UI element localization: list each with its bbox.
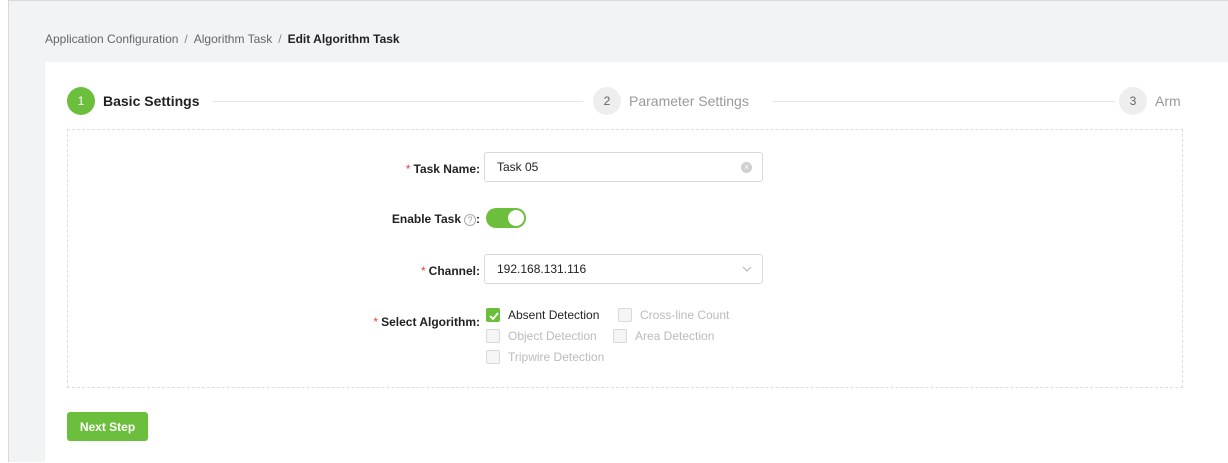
help-icon[interactable]: ? bbox=[464, 214, 476, 226]
step-parameter-settings: 2 Parameter Settings bbox=[593, 87, 749, 115]
step-basic-settings: 1 Basic Settings bbox=[67, 87, 199, 115]
breadcrumb-item-algorithm-task[interactable]: Algorithm Task bbox=[194, 32, 272, 46]
option-label: Object Detection bbox=[508, 329, 597, 343]
checkbox[interactable] bbox=[613, 329, 627, 343]
algorithm-option-area-detection[interactable]: Area Detection bbox=[613, 329, 714, 343]
app-frame: Application Configuration / Algorithm Task… bbox=[8, 0, 1228, 463]
enable-task-label: Enable Task?: bbox=[391, 212, 480, 226]
next-step-button[interactable]: Next Step bbox=[67, 412, 148, 441]
enable-task-toggle[interactable] bbox=[486, 208, 526, 228]
breadcrumb-separator: / bbox=[184, 32, 188, 46]
step-arm: 3 Arm bbox=[1119, 87, 1181, 115]
step-label: Basic Settings bbox=[103, 93, 200, 109]
step-number: 2 bbox=[593, 87, 621, 115]
algorithm-option-object-detection[interactable]: Object Detection bbox=[486, 329, 597, 343]
option-label: Cross-line Count bbox=[640, 308, 730, 322]
task-name-value: Task 05 bbox=[497, 160, 539, 174]
algorithm-option-tripwire-detection[interactable]: Tripwire Detection bbox=[486, 350, 604, 364]
chevron-down-icon bbox=[742, 266, 752, 272]
clear-icon[interactable]: × bbox=[741, 162, 752, 173]
task-name-input[interactable]: Task 05 × bbox=[484, 152, 763, 182]
step-label: Arm bbox=[1155, 93, 1181, 109]
breadcrumb-item-application-configuration[interactable]: Application Configuration bbox=[45, 32, 178, 46]
checkbox[interactable] bbox=[486, 308, 500, 322]
checkbox[interactable] bbox=[618, 308, 632, 322]
step-connector bbox=[773, 101, 1115, 102]
required-mark: * bbox=[373, 315, 379, 329]
step-number: 3 bbox=[1119, 87, 1147, 115]
basic-settings-form: * Task Name: Task 05 × Enable Task?: * Cha… bbox=[67, 129, 1183, 388]
required-mark: * bbox=[420, 264, 426, 278]
toggle-knob bbox=[508, 210, 524, 226]
required-mark: * bbox=[405, 162, 411, 176]
channel-select[interactable]: 192.168.131.116 bbox=[484, 254, 763, 284]
algorithm-option-cross-line-count[interactable]: Cross-line Count bbox=[618, 308, 729, 322]
checkbox[interactable] bbox=[486, 329, 500, 343]
option-label: Tripwire Detection bbox=[508, 350, 605, 364]
check-icon bbox=[489, 312, 499, 321]
breadcrumb-item-current: Edit Algorithm Task bbox=[287, 32, 400, 46]
step-number: 1 bbox=[67, 87, 95, 115]
select-algorithm-label: * Select Algorithm: bbox=[373, 315, 480, 329]
task-name-label: * Task Name: bbox=[405, 162, 480, 176]
step-label: Parameter Settings bbox=[629, 93, 749, 109]
option-label: Area Detection bbox=[635, 329, 715, 343]
step-connector bbox=[213, 101, 583, 102]
breadcrumb-separator: / bbox=[278, 32, 282, 46]
algorithm-option-absent-detection[interactable]: Absent Detection bbox=[486, 308, 599, 322]
breadcrumb: Application Configuration / Algorithm Task… bbox=[45, 32, 400, 46]
channel-label: * Channel: bbox=[420, 264, 480, 278]
option-label: Absent Detection bbox=[508, 308, 600, 322]
content-card: 1 Basic Settings 2 Parameter Settings 3 … bbox=[45, 62, 1228, 463]
checkbox[interactable] bbox=[486, 350, 500, 364]
channel-value: 192.168.131.116 bbox=[497, 262, 587, 276]
